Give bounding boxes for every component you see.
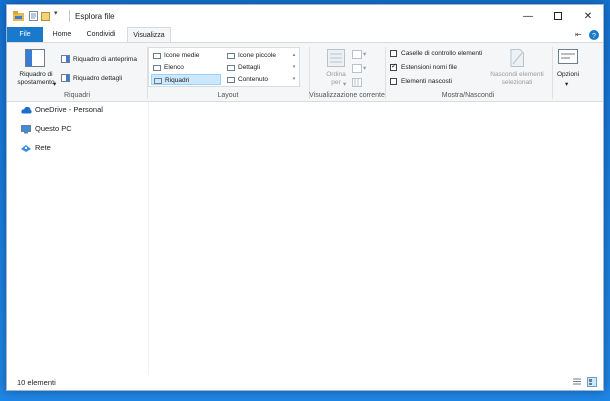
content-icon bbox=[227, 77, 235, 83]
minimize-icon: — bbox=[523, 10, 533, 22]
group-label-panes: Riquadri bbox=[63, 92, 91, 99]
layout-item-label: Icone piccole bbox=[238, 52, 276, 59]
size-columns-icon bbox=[352, 78, 362, 87]
file-extensions-label: Estensioni nomi file bbox=[401, 64, 457, 71]
chevron-down-icon: ▾ bbox=[53, 81, 57, 88]
item-checkboxes-checkbox[interactable] bbox=[390, 50, 397, 57]
pin-ribbon-icon[interactable]: ⇤ bbox=[575, 30, 582, 39]
tiles-icon bbox=[154, 78, 162, 84]
title-bar: ▾ Esplora file — ✕ bbox=[7, 5, 603, 27]
maximize-icon bbox=[554, 12, 562, 20]
details-pane-button[interactable]: Riquadro dettagli bbox=[73, 75, 122, 82]
cloud-icon bbox=[21, 106, 32, 114]
chevron-down-icon: ▾ bbox=[363, 65, 367, 72]
file-extensions-checkbox[interactable] bbox=[390, 62, 397, 71]
layout-item-label: Contenuto bbox=[238, 76, 268, 83]
status-bar: 10 elementi bbox=[7, 374, 603, 390]
group-label-show-hide: Mostra/Nascondi bbox=[441, 92, 495, 99]
add-columns-icon bbox=[352, 64, 362, 73]
layout-tiles[interactable]: Riquadri bbox=[151, 74, 221, 85]
sort-icon bbox=[327, 49, 345, 67]
nav-item-this-pc[interactable]: Questo PC bbox=[21, 123, 72, 135]
file-list-area[interactable] bbox=[148, 102, 603, 375]
nav-item-label: Questo PC bbox=[35, 124, 72, 133]
hidden-items-label: Elementi nascosti bbox=[401, 78, 452, 85]
layout-details[interactable]: Dettagli bbox=[225, 62, 291, 73]
svg-text:?: ? bbox=[592, 33, 596, 40]
grid-icon bbox=[227, 53, 235, 59]
layout-item-label: Icone medie bbox=[164, 52, 200, 59]
group-label-current-view: Visualizzazione corrente bbox=[309, 92, 385, 99]
preview-pane-button[interactable]: Riquadro di anteprima bbox=[73, 56, 137, 63]
help-icon[interactable]: ? bbox=[589, 30, 599, 40]
chevron-down-icon: ▾ bbox=[363, 51, 367, 58]
layout-small-icons[interactable]: Icone piccole bbox=[225, 50, 291, 61]
hide-selected-button[interactable]: Nascondi elementi selezionati bbox=[485, 71, 549, 87]
new-folder-icon[interactable] bbox=[41, 11, 50, 21]
window-title: Esplora file bbox=[75, 12, 115, 21]
tab-share[interactable]: Condividi bbox=[81, 27, 121, 43]
properties-icon[interactable] bbox=[29, 11, 38, 21]
close-button[interactable]: ✕ bbox=[573, 5, 603, 27]
network-icon bbox=[21, 145, 31, 152]
preview-pane-icon bbox=[61, 55, 70, 63]
minimize-button[interactable]: — bbox=[513, 5, 543, 27]
list-icon bbox=[153, 65, 161, 71]
computer-icon bbox=[21, 125, 31, 134]
maximize-button[interactable] bbox=[543, 5, 573, 27]
item-checkboxes-label: Caselle di controllo elementi bbox=[401, 50, 483, 57]
layout-content[interactable]: Contenuto bbox=[225, 74, 291, 85]
ribbon-view: Riquadro di spostamento ▾ Riquadro di an… bbox=[7, 42, 603, 102]
tiles-view-icon[interactable] bbox=[587, 377, 597, 387]
layout-medium-icons[interactable]: Icone medie bbox=[151, 50, 221, 61]
item-count: 10 elementi bbox=[17, 378, 56, 387]
chevron-down-icon[interactable]: ▾ bbox=[54, 9, 58, 17]
layout-item-label: Riquadri bbox=[165, 77, 190, 84]
nav-item-label: Rete bbox=[35, 143, 51, 152]
layout-gallery: Icone medie Elenco Riquadri Icone piccol… bbox=[148, 47, 300, 87]
tab-view[interactable]: Visualizza bbox=[127, 27, 171, 43]
hide-selected-icon bbox=[510, 49, 524, 67]
group-by-icon bbox=[352, 50, 362, 59]
navigation-pane-icon bbox=[25, 49, 45, 67]
layout-item-label: Dettagli bbox=[238, 64, 261, 71]
details-pane-icon bbox=[61, 74, 70, 82]
nav-item-label: OneDrive - Personal bbox=[35, 105, 103, 114]
layout-scroll[interactable]: ▴ ▾ ▾ bbox=[290, 49, 298, 85]
chevron-down-icon: ▾ bbox=[343, 81, 347, 88]
grid-icon bbox=[153, 53, 161, 59]
ribbon-separator bbox=[552, 47, 553, 99]
chevron-down-icon: ▾ bbox=[565, 81, 569, 88]
tab-file[interactable]: File bbox=[7, 27, 43, 43]
title-separator bbox=[69, 10, 70, 22]
options-icon bbox=[558, 49, 578, 64]
folder-icon bbox=[13, 11, 24, 21]
explorer-window: ▾ Esplora file — ✕ File Home Condividi V… bbox=[6, 4, 604, 391]
close-icon: ✕ bbox=[583, 10, 593, 22]
ribbon-tabs: File Home Condividi Visualizza ⇤ ? bbox=[7, 27, 603, 43]
navigation-pane: OneDrive - Personal Questo PC Rete bbox=[7, 102, 148, 375]
layout-list[interactable]: Elenco bbox=[151, 62, 221, 73]
details-icon bbox=[227, 65, 235, 71]
nav-item-network[interactable]: Rete bbox=[21, 142, 51, 154]
details-view-icon[interactable] bbox=[573, 378, 581, 386]
layout-item-label: Elenco bbox=[164, 64, 184, 71]
options-button[interactable]: Opzioni bbox=[557, 71, 579, 78]
group-label-layout: Layout bbox=[217, 92, 239, 99]
tab-home[interactable]: Home bbox=[47, 27, 77, 43]
nav-item-onedrive[interactable]: OneDrive - Personal bbox=[21, 104, 103, 116]
hidden-items-checkbox[interactable] bbox=[390, 78, 397, 85]
